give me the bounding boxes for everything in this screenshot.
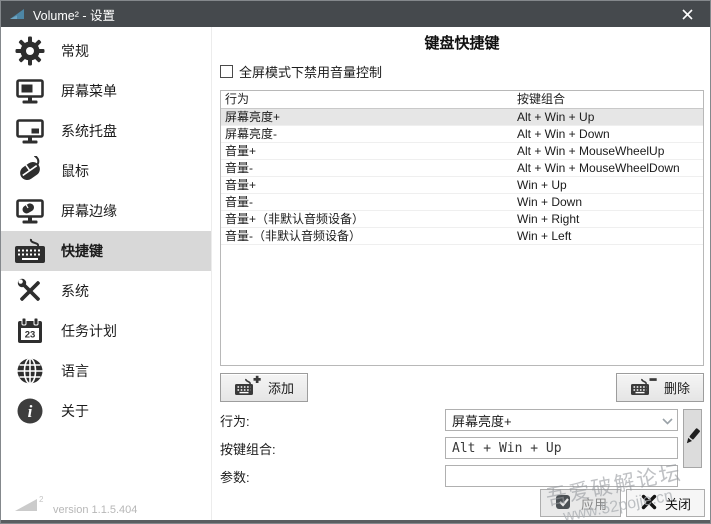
hotkey-action: 音量+（非默认音频设备） <box>225 212 365 226</box>
hotkey-action: 屏幕亮度+ <box>225 110 281 124</box>
version-area: 2 version 1.1.5.404 <box>14 495 137 516</box>
tools-icon <box>14 275 46 307</box>
calendar-icon: 23 <box>14 315 46 347</box>
keys-input[interactable] <box>445 437 678 459</box>
hotkey-action: 音量- <box>225 195 253 209</box>
system-tray-icon <box>14 115 46 147</box>
hotkey-row[interactable]: 音量- Win + Down <box>221 194 703 211</box>
hotkey-keys: Alt + Win + Up <box>517 110 595 124</box>
hotkey-list: 行为 按键组合 屏幕亮度+ Alt + Win + Up 屏幕亮度- Alt + Wi… <box>220 90 704 366</box>
sidebar-item-label: 关于 <box>61 403 89 419</box>
action-select[interactable]: 屏幕亮度+ <box>445 409 678 431</box>
version-text: version 1.1.5.404 <box>53 504 138 516</box>
edit-hotkey-button[interactable] <box>683 409 702 468</box>
sidebar-item-label: 系统托盘 <box>61 123 117 139</box>
settings-window: Volume² - 设置 常规屏幕菜单系统托盘鼠标屏幕边缘快捷键系统 23 任务计划… <box>0 0 711 524</box>
column-action: 行为 <box>225 92 250 106</box>
fullscreen-disable-row: 全屏模式下禁用音量控制 <box>220 62 704 81</box>
hotkey-action: 音量+ <box>225 178 257 192</box>
keys-label: 按键组合: <box>220 441 276 457</box>
pencil-icon <box>685 427 701 451</box>
hotkey-row[interactable]: 音量- Alt + Win + MouseWheelDown <box>221 160 703 177</box>
svg-text:2: 2 <box>39 495 44 504</box>
action-label: 行为: <box>220 413 250 429</box>
fullscreen-disable-checkbox[interactable] <box>220 65 233 78</box>
hotkey-keys: Win + Down <box>517 195 583 209</box>
sidebar-item-label: 鼠标 <box>61 163 89 179</box>
hotkey-keys: Alt + Win + Down <box>517 127 610 141</box>
hotkey-action: 音量+ <box>225 144 257 158</box>
hotkey-keys: Win + Up <box>517 178 567 192</box>
sidebar-item-about[interactable]: i 关于 <box>1 391 211 431</box>
sidebar-item-language[interactable]: 语言 <box>1 351 211 391</box>
param-label: 参数: <box>220 469 250 485</box>
info-icon: i <box>14 395 46 427</box>
sidebar-item-mouse[interactable]: 鼠标 <box>1 151 211 191</box>
apply-button[interactable]: 应用 <box>539 489 621 517</box>
action-select-value: 屏幕亮度+ <box>452 413 512 429</box>
sidebar-item-general[interactable]: 常规 <box>1 31 211 71</box>
sidebar-item-osd[interactable]: 屏幕菜单 <box>1 71 211 111</box>
hotkey-row[interactable]: 音量+ Win + Up <box>221 177 703 194</box>
sidebar-item-label: 常规 <box>61 43 89 59</box>
sidebar-item-label: 任务计划 <box>61 323 117 339</box>
add-hotkey-button[interactable]: 添加 <box>220 373 309 402</box>
sidebar-item-label: 系统 <box>61 283 89 299</box>
sidebar-item-label: 语言 <box>61 363 89 379</box>
hotkey-row[interactable]: 音量+（非默认音频设备） Win + Right <box>221 211 703 228</box>
svg-text:23: 23 <box>25 330 36 341</box>
titlebar: Volume² - 设置 <box>1 1 710 27</box>
sidebar-item-label: 屏幕边缘 <box>61 203 117 219</box>
svg-text:i: i <box>28 402 33 421</box>
page-title: 键盘快捷键 <box>424 35 500 52</box>
sidebar-item-tray[interactable]: 系统托盘 <box>1 111 211 151</box>
hotkey-keys: Alt + Win + MouseWheelDown <box>517 161 680 175</box>
hotkey-action: 音量- <box>225 161 253 175</box>
column-keys: 按键组合 <box>517 92 566 106</box>
delete-hotkey-button[interactable]: 删除 <box>615 373 704 402</box>
keyboard-minus-icon <box>630 375 657 400</box>
sidebar-item-label: 屏幕菜单 <box>61 83 117 99</box>
screen-edge-icon <box>14 195 46 227</box>
param-input[interactable] <box>445 465 678 487</box>
hotkey-keys: Win + Left <box>517 229 572 243</box>
version-logo-icon: 2 <box>14 495 44 516</box>
osd-monitor-icon <box>14 75 46 107</box>
hotkey-row[interactable]: 音量-（非默认音频设备） Win + Left <box>221 228 703 245</box>
window-title: Volume² - 设置 <box>33 8 115 23</box>
hotkey-keys: Alt + Win + MouseWheelUp <box>517 144 665 158</box>
close-button[interactable]: 关闭 <box>625 489 705 517</box>
close-x-icon <box>640 493 658 514</box>
hotkey-list-body: 屏幕亮度+ Alt + Win + Up 屏幕亮度- Alt + Win + Down… <box>221 109 703 245</box>
hotkey-keys: Win + Right <box>517 212 580 226</box>
apply-check-icon <box>554 492 574 515</box>
hotkey-list-header: 行为 按键组合 <box>221 91 703 109</box>
sidebar: 常规屏幕菜单系统托盘鼠标屏幕边缘快捷键系统 23 任务计划语言 i 关于 <box>1 27 211 523</box>
sidebar-item-edge[interactable]: 屏幕边缘 <box>1 191 211 231</box>
window-close-icon[interactable] <box>672 1 702 27</box>
sidebar-item-label: 快捷键 <box>61 243 103 259</box>
keyboard-plus-icon <box>234 375 261 400</box>
hotkey-action: 音量-（非默认音频设备） <box>225 229 361 243</box>
keyboard-icon <box>14 235 46 267</box>
fullscreen-disable-label: 全屏模式下禁用音量控制 <box>239 65 383 80</box>
hotkey-row[interactable]: 音量+ Alt + Win + MouseWheelUp <box>221 143 703 160</box>
chevron-down-icon <box>662 413 673 428</box>
window-bottom-border <box>1 520 710 523</box>
sidebar-item-schedule[interactable]: 23 任务计划 <box>1 311 211 351</box>
app-logo-icon <box>9 8 25 20</box>
globe-icon <box>14 355 46 387</box>
gear-icon <box>14 35 46 67</box>
hotkey-row[interactable]: 屏幕亮度- Alt + Win + Down <box>221 126 703 143</box>
mouse-icon <box>14 155 46 187</box>
sidebar-item-system[interactable]: 系统 <box>1 271 211 311</box>
hotkey-form: 行为: 屏幕亮度+ 按键组合: 参数: <box>220 409 704 487</box>
hotkey-row[interactable]: 屏幕亮度+ Alt + Win + Up <box>221 109 703 126</box>
main-panel: 键盘快捷键 全屏模式下禁用音量控制 行为 按键组合 屏幕亮度+ Alt + Win… <box>211 27 710 523</box>
sidebar-item-hotkeys[interactable]: 快捷键 <box>1 231 211 271</box>
hotkey-action: 屏幕亮度- <box>225 127 277 141</box>
